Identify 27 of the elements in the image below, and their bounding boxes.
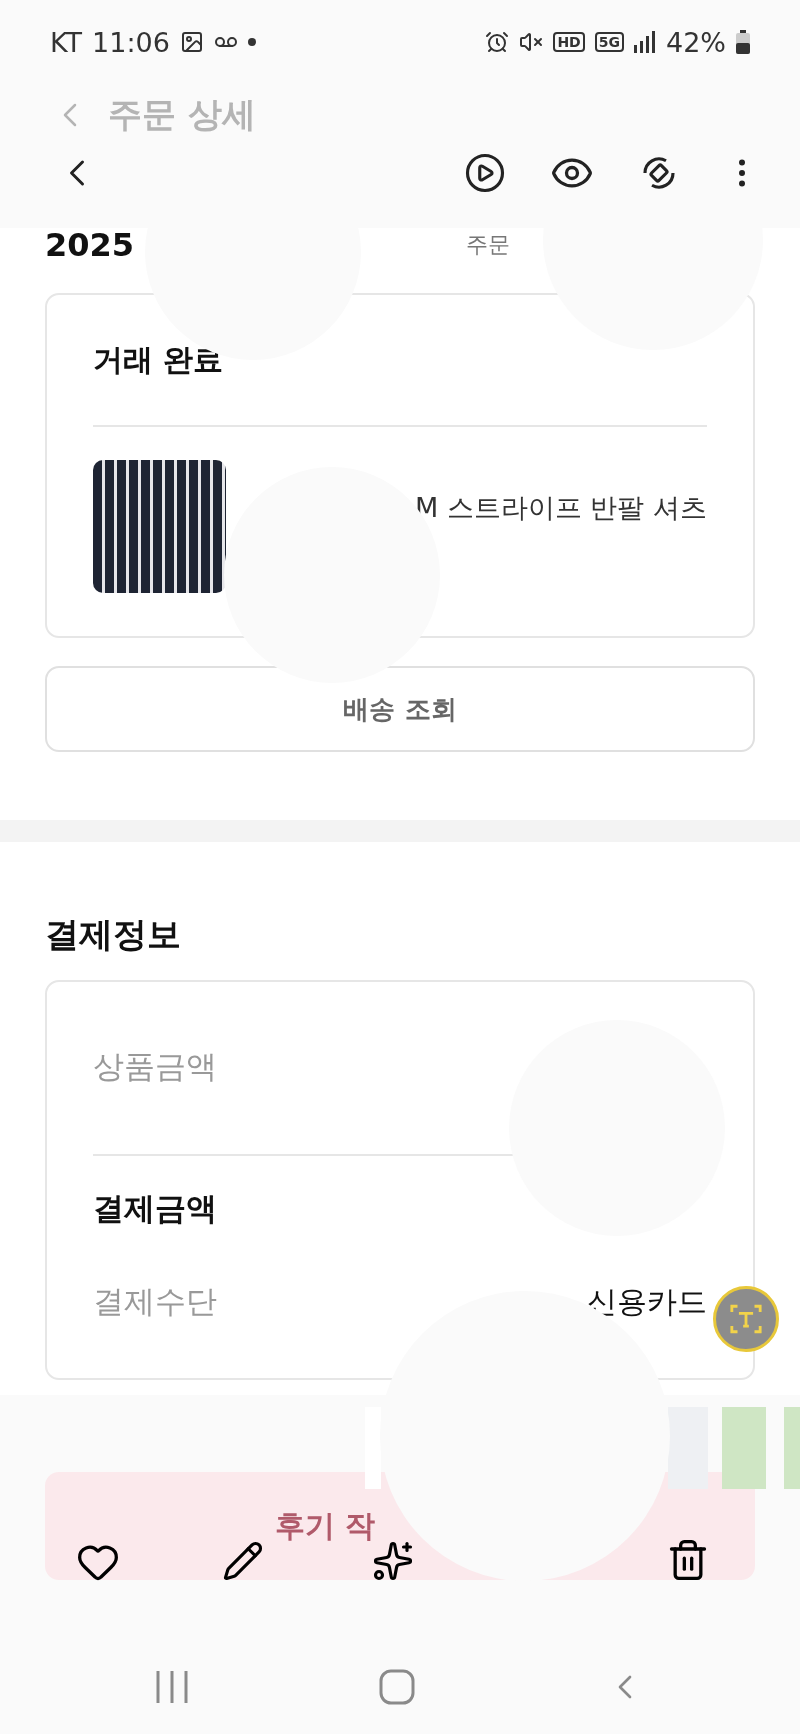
section-title: 결제정보 — [45, 913, 182, 956]
sparkle-button[interactable] — [372, 1540, 414, 1582]
order-year: 2025 — [45, 226, 135, 264]
payment-label: 결제금액 — [93, 1189, 217, 1228]
order-label: 주문 — [466, 231, 510, 259]
clock: 11:06 — [92, 26, 170, 58]
payment-value: 신용카드 — [587, 1282, 707, 1321]
carrier: KT — [50, 26, 83, 58]
edit-button[interactable] — [222, 1540, 264, 1582]
payment-label: 상품금액 — [93, 1047, 217, 1086]
home-icon[interactable] — [379, 1669, 415, 1705]
order-status: 거래 완료 — [93, 340, 225, 379]
dot-icon — [247, 38, 256, 46]
track-delivery-button[interactable]: 배송 조회 — [45, 666, 755, 752]
battery-icon — [736, 30, 750, 54]
image-icon — [179, 30, 204, 54]
hd-indicator: HD — [553, 32, 585, 52]
alarm-icon — [485, 30, 510, 54]
text-scan-icon — [729, 1302, 763, 1336]
network-indicator: 5G — [594, 32, 624, 52]
mute-icon — [519, 30, 544, 54]
signal-icon — [634, 31, 656, 53]
battery-level: 42% — [666, 26, 726, 58]
recent-apps-icon[interactable] — [155, 1669, 189, 1705]
play-icon[interactable] — [464, 152, 506, 194]
payment-label: 결제수단 — [93, 1282, 217, 1321]
page-title: 주문 상세 — [108, 93, 256, 136]
